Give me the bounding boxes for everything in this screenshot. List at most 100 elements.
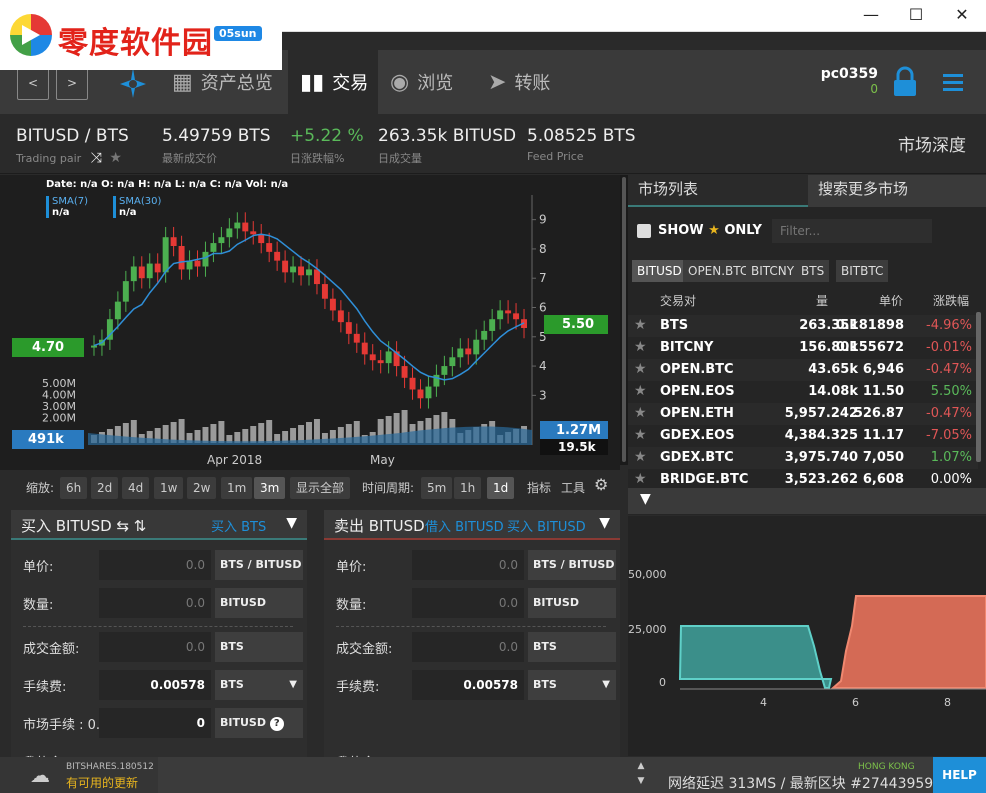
market-row[interactable]: ★ OPEN.ETH 5,957.242 526.87 -0.47% bbox=[628, 403, 978, 425]
row-star-icon[interactable]: ★ bbox=[634, 383, 647, 399]
borrow-link[interactable]: 借入 BITUSD bbox=[425, 516, 504, 535]
zoom-6h[interactable]: 6h bbox=[60, 477, 88, 499]
market-row[interactable]: ★ GDEX.EOS 4,384.325 11.17 -7.05% bbox=[628, 425, 978, 447]
candle-body bbox=[162, 237, 169, 273]
price-chart[interactable]: Date: n/a O: n/a H: n/a L: n/a C: n/a Vo… bbox=[0, 175, 620, 470]
help-icon[interactable]: ? bbox=[269, 717, 284, 731]
update-box[interactable]: ☁ BITSHARES.180512 有可用的更新 bbox=[0, 757, 158, 793]
row-star-icon[interactable]: ★ bbox=[634, 471, 647, 487]
price-stat: 5.49759 BTS 最新成交价 bbox=[162, 126, 271, 166]
row-price: 7,050 bbox=[862, 450, 904, 465]
candle-body bbox=[226, 228, 233, 238]
buy-collapse-icon[interactable]: ▼ bbox=[286, 515, 297, 531]
market-scrollbar[interactable] bbox=[976, 312, 981, 462]
market-row[interactable]: ★ BTS 263.35k 0.181898 -4.96% bbox=[628, 315, 978, 337]
buy-bts-link[interactable]: 买入 BTS bbox=[211, 516, 266, 535]
candle-body bbox=[425, 386, 432, 399]
quote-tab-bts[interactable]: BTS bbox=[796, 260, 830, 282]
depth-y-25000: 25,000 bbox=[628, 623, 667, 636]
footer-scroll-arrows[interactable]: ▲ ▼ bbox=[634, 759, 648, 791]
sell-collapse-icon[interactable]: ▼ bbox=[599, 515, 610, 531]
nav-explore[interactable]: ◉ 浏览 bbox=[390, 50, 480, 114]
tools-button[interactable]: 工具 bbox=[561, 477, 585, 499]
zoom-1w[interactable]: 1w bbox=[154, 477, 184, 499]
row-volume: 4,384.325 bbox=[784, 428, 858, 443]
forward-button[interactable]: > bbox=[56, 66, 88, 100]
buy-total-input[interactable]: 0.0 bbox=[99, 632, 211, 662]
row-change: 1.07% bbox=[930, 450, 972, 465]
nav-trade[interactable]: ▮▮ 交易 bbox=[288, 50, 378, 114]
settings-gear-icon[interactable]: ⚙ bbox=[594, 474, 608, 496]
zoom-3m[interactable]: 3m bbox=[254, 477, 286, 499]
swap-icon[interactable]: ⤨ bbox=[91, 150, 102, 166]
update-available[interactable]: 有可用的更新 bbox=[66, 774, 138, 791]
row-star-icon[interactable]: ★ bbox=[634, 405, 647, 421]
buy-market-fee-value: 0 bbox=[99, 708, 211, 738]
close-button[interactable]: ✕ bbox=[939, 0, 985, 32]
market-row[interactable]: ★ BITCNY 156.80k 0.155672 -0.01% bbox=[628, 337, 978, 359]
market-filter-input[interactable] bbox=[772, 219, 932, 243]
sell-amount-input[interactable]: 0.0 bbox=[412, 588, 524, 618]
depth-title[interactable]: 市场深度 bbox=[898, 131, 966, 156]
market-row[interactable]: ★ GDEX.BTC 3,975.740 7,050 1.07% bbox=[628, 447, 978, 469]
zoom-4d[interactable]: 4d bbox=[122, 477, 150, 499]
market-expand-bar[interactable]: ▼ bbox=[628, 488, 986, 514]
period-1d[interactable]: 1d bbox=[487, 477, 515, 499]
hamburger-icon[interactable] bbox=[943, 74, 963, 92]
row-pair: GDEX.BTC bbox=[660, 450, 734, 465]
bitshares-logo-icon[interactable] bbox=[118, 66, 148, 100]
buy-amount-input[interactable]: 0.0 bbox=[99, 588, 211, 618]
period-5m[interactable]: 5m bbox=[421, 477, 453, 499]
depth-y-50000: 50,000 bbox=[628, 568, 667, 581]
market-table-header: 交易对 量 单价 涨跌幅 bbox=[628, 290, 978, 312]
market-row[interactable]: ★ OPEN.EOS 14.08k 11.50 5.50% bbox=[628, 381, 978, 403]
sell-fee-asset-select[interactable]: BTS ▼ bbox=[528, 670, 616, 700]
quote-tab-bitcny[interactable]: BITCNY bbox=[746, 260, 800, 282]
star-icon[interactable]: ★ bbox=[109, 150, 122, 166]
show-starred-checkbox[interactable] bbox=[637, 224, 651, 238]
zoom-1m[interactable]: 1m bbox=[221, 477, 253, 499]
candle-body bbox=[449, 357, 456, 367]
account-info[interactable]: pc0359 0 bbox=[821, 66, 878, 96]
period-1h[interactable]: 1h bbox=[454, 477, 482, 499]
market-row[interactable]: ★ OPEN.BTC 43.65k 6,946 -0.47% bbox=[628, 359, 978, 381]
buy-market-fee-row: 市场手续 : 0.1% 0 BITUSD ? bbox=[11, 708, 307, 738]
chart-scrollbar[interactable] bbox=[620, 175, 628, 465]
row-star-icon[interactable]: ★ bbox=[634, 339, 647, 355]
indicators-button[interactable]: 指标 bbox=[527, 477, 551, 499]
sell-buy-link[interactable]: 买入 BITUSD bbox=[507, 516, 586, 535]
candle-body bbox=[91, 345, 97, 348]
buy-price-input[interactable]: 0.0 bbox=[99, 550, 211, 580]
back-button[interactable]: < bbox=[17, 66, 49, 100]
col-price: 单价 bbox=[879, 294, 904, 308]
buy-fee-asset-select[interactable]: BTS ▼ bbox=[215, 670, 303, 700]
pair-stat[interactable]: BITUSD / BTS Trading pair ⤨ ★ bbox=[16, 126, 129, 166]
minimize-button[interactable]: — bbox=[848, 0, 894, 32]
zoom-2d[interactable]: 2d bbox=[91, 477, 119, 499]
candle-body bbox=[377, 360, 384, 364]
zoom-all[interactable]: 显示全部 bbox=[290, 477, 351, 499]
row-price: 0.155672 bbox=[835, 340, 904, 355]
sell-total-input[interactable]: 0.0 bbox=[412, 632, 524, 662]
change-stat: +5.22 % 日涨跌幅% bbox=[290, 126, 364, 166]
quote-tab-bitusd[interactable]: BITUSD bbox=[632, 260, 687, 282]
tab-market-list[interactable]: 市场列表 bbox=[628, 175, 808, 207]
depth-chart[interactable]: 50,000 25,000 0 4 6 8 bbox=[628, 516, 986, 756]
row-star-icon[interactable]: ★ bbox=[634, 427, 647, 443]
maximize-button[interactable]: ☐ bbox=[893, 0, 939, 32]
row-star-icon[interactable]: ★ bbox=[634, 361, 647, 377]
candle-body bbox=[210, 243, 217, 252]
tab-search-markets[interactable]: 搜索更多市场 bbox=[808, 175, 986, 207]
help-button[interactable]: HELP bbox=[933, 757, 986, 793]
row-pair: BRIDGE.BTC bbox=[660, 472, 749, 487]
lock-icon[interactable] bbox=[892, 66, 918, 98]
y-tick-label: 9 bbox=[539, 213, 547, 227]
row-star-icon[interactable]: ★ bbox=[634, 317, 647, 333]
quote-tab-openbtc[interactable]: OPEN.BTC bbox=[683, 260, 754, 282]
quote-tab-bitbtc[interactable]: BITBTC bbox=[836, 260, 889, 282]
row-star-icon[interactable]: ★ bbox=[634, 449, 647, 465]
zoom-2w[interactable]: 2w bbox=[187, 477, 217, 499]
sell-divider bbox=[336, 626, 606, 627]
nav-transfer[interactable]: ➤ 转账 bbox=[488, 50, 568, 114]
sell-price-input[interactable]: 0.0 bbox=[412, 550, 524, 580]
